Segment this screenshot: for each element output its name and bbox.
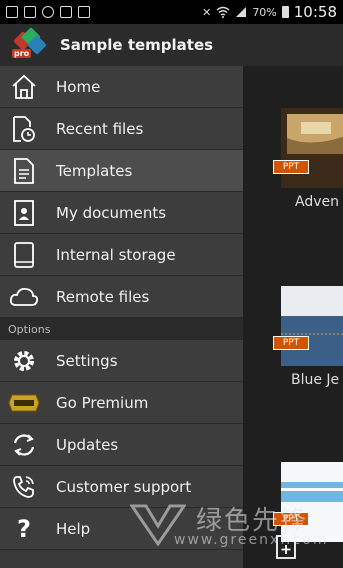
drawer-item-customer-support[interactable]: Customer support — [0, 466, 243, 508]
template-name: Adven — [295, 194, 339, 210]
recent-files-icon — [4, 115, 44, 143]
drawer-item-label: Updates — [56, 435, 119, 454]
template-thumbnail — [281, 462, 343, 542]
help-icon: ? — [17, 514, 31, 543]
signal-icon — [236, 7, 247, 17]
notification-icon — [24, 6, 36, 18]
clock: 10:58 — [293, 3, 337, 21]
drawer-item-my-documents[interactable]: My documents — [0, 192, 243, 234]
internal-storage-icon — [4, 241, 44, 269]
drawer-item-internal-storage[interactable]: Internal storage — [0, 234, 243, 276]
template-name: Blue Je — [291, 372, 340, 388]
template-card[interactable]: PPT Blue Je — [273, 286, 343, 388]
drawer-item-settings[interactable]: Settings — [0, 340, 243, 382]
drawer-item-recent-files[interactable]: Recent files — [0, 108, 243, 150]
template-thumbnail — [281, 108, 343, 188]
updates-icon — [4, 432, 44, 458]
drawer-item-help[interactable]: ? Help — [0, 508, 243, 550]
ppt-badge: PPT — [273, 512, 309, 526]
notification-icon — [60, 6, 72, 18]
logo-pro-label: pro — [12, 49, 32, 58]
drawer-item-label: Help — [56, 519, 91, 538]
navigation-drawer: Home Recent files Templates My documents… — [0, 66, 243, 568]
app-bar: pro Sample templates — [0, 24, 343, 66]
templates-icon — [4, 157, 44, 185]
status-bar: ✕ 70% 10:58 — [0, 0, 343, 24]
my-documents-icon — [4, 199, 44, 227]
drawer-item-label: My documents — [56, 203, 167, 222]
home-icon — [4, 74, 44, 100]
app-logo-icon[interactable]: pro — [12, 27, 47, 60]
drawer-item-updates[interactable]: Updates — [0, 424, 243, 466]
mute-icon: ✕ — [202, 5, 212, 19]
ppt-badge: PPT — [273, 336, 309, 350]
drawer-item-label: Remote files — [56, 287, 150, 306]
page-title: Sample templates — [60, 36, 214, 54]
battery-percent: 70% — [252, 5, 277, 19]
drawer-item-label: Templates — [56, 161, 133, 180]
drawer-item-label: Go Premium — [56, 393, 149, 412]
template-card[interactable]: PPT Adven — [273, 108, 343, 210]
options-section-header: Options — [0, 318, 243, 340]
template-thumbnail — [281, 286, 343, 366]
templates-grid: PPT Adven PPT Blue Je PPT — [243, 66, 343, 568]
notification-icon — [42, 6, 54, 18]
customer-support-icon — [4, 474, 44, 500]
drawer-item-label: Home — [56, 77, 101, 96]
drawer-item-remote-files[interactable]: Remote files — [0, 276, 243, 318]
drawer-item-go-premium[interactable]: Go Premium — [0, 382, 243, 424]
drawer-item-label: Settings — [56, 351, 118, 370]
notification-icon — [6, 6, 18, 18]
cloud-icon — [4, 286, 44, 308]
notification-icons — [6, 6, 90, 18]
notification-icon — [78, 6, 90, 18]
battery-icon — [281, 6, 289, 18]
new-document-icon[interactable] — [275, 534, 297, 560]
premium-badge-icon — [4, 393, 44, 413]
ppt-badge: PPT — [273, 160, 309, 174]
gear-icon — [4, 347, 44, 375]
drawer-item-label: Customer support — [56, 477, 192, 496]
drawer-item-home[interactable]: Home — [0, 66, 243, 108]
drawer-item-label: Internal storage — [56, 245, 176, 264]
drawer-item-templates[interactable]: Templates — [0, 150, 243, 192]
drawer-item-label: Recent files — [56, 119, 144, 138]
wifi-icon — [216, 6, 230, 18]
